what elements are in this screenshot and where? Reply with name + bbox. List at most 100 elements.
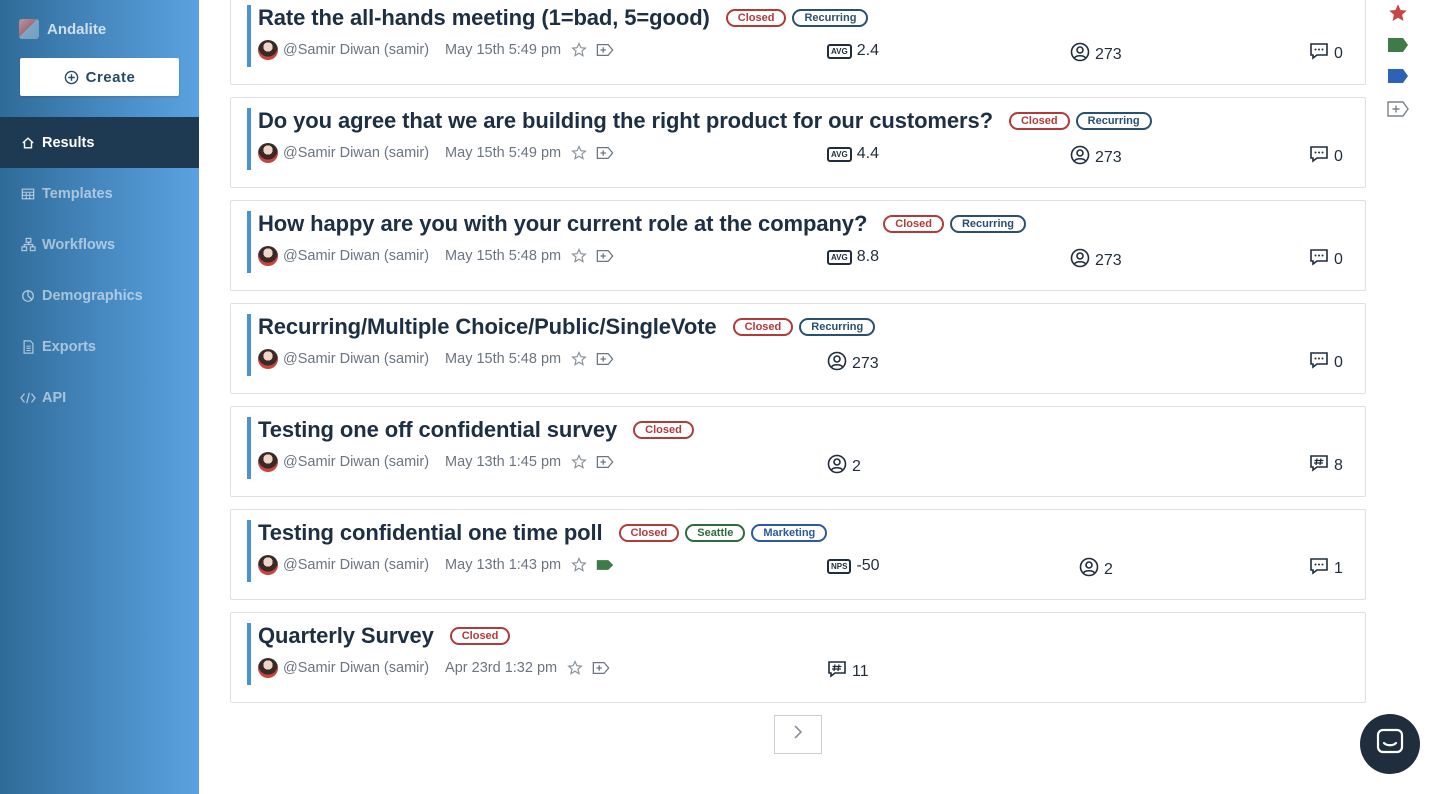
comment-icon	[1309, 42, 1329, 65]
sidebar-item-api[interactable]: API	[0, 372, 199, 423]
author[interactable]: @Samir Diwan (samir)	[283, 660, 429, 676]
status-badge: Closed	[1008, 112, 1070, 130]
sidebar-item-label: API	[42, 389, 67, 406]
star-icon[interactable]	[570, 144, 588, 162]
card-meta-row: @Samir Diwan (samir) May 15th 5:48 pm	[258, 349, 622, 369]
star-icon[interactable]	[570, 453, 588, 471]
date: May 15th 5:48 pm	[445, 248, 562, 264]
comment-count: 0	[1334, 147, 1343, 165]
card-accent-bar	[247, 211, 251, 273]
average-stat: AVG 2.4	[827, 42, 879, 60]
avatar	[258, 349, 278, 369]
sidebar-item-results[interactable]: Results	[0, 117, 199, 168]
code-icon	[20, 390, 36, 406]
survey-title[interactable]: Testing confidential one time poll	[258, 520, 603, 546]
author[interactable]: @Samir Diwan (samir)	[283, 557, 429, 573]
responses-stat: 8	[1309, 454, 1343, 477]
card-accent-bar	[247, 108, 251, 170]
author[interactable]: @Samir Diwan (samir)	[283, 248, 429, 264]
survey-card[interactable]: How happy are you with your current role…	[230, 200, 1366, 291]
survey-title[interactable]: Do you agree that we are building the ri…	[258, 108, 993, 134]
star-filter-icon[interactable]	[1386, 1, 1410, 25]
comments-stat: 0	[1309, 42, 1343, 65]
add-tag-icon[interactable]	[596, 144, 614, 162]
survey-card[interactable]: Testing confidential one time poll Close…	[230, 509, 1366, 600]
status-badge: Closed	[725, 9, 787, 27]
green-tag-icon[interactable]	[1386, 33, 1410, 57]
star-icon[interactable]	[570, 247, 588, 265]
star-icon[interactable]	[570, 41, 588, 59]
respondent-count: 273	[1095, 45, 1122, 63]
card-accent-bar	[247, 623, 251, 685]
survey-title[interactable]: How happy are you with your current role…	[258, 211, 867, 237]
metric-type-badge: AVG	[827, 249, 852, 265]
date: May 15th 5:49 pm	[445, 145, 562, 161]
survey-card[interactable]: Quarterly Survey Closed @Samir Diwan (sa…	[230, 612, 1366, 703]
date: May 15th 5:49 pm	[445, 42, 562, 58]
add-tag-icon[interactable]	[596, 453, 614, 471]
survey-title[interactable]: Quarterly Survey	[258, 623, 434, 649]
comment-icon	[1309, 248, 1329, 271]
add-tag-icon[interactable]	[596, 41, 614, 59]
survey-title[interactable]: Testing one off confidential survey	[258, 417, 617, 443]
add-tag-icon[interactable]	[592, 659, 610, 677]
survey-card[interactable]: Recurring/Multiple Choice/Public/SingleV…	[230, 303, 1366, 394]
star-icon[interactable]	[566, 659, 584, 677]
avatar	[258, 143, 278, 163]
table-icon	[20, 186, 36, 202]
sidebar-item-workflows[interactable]: Workflows	[0, 219, 199, 270]
sidebar-item-templates[interactable]: Templates	[0, 168, 199, 219]
response-count: 8	[1334, 456, 1343, 474]
comments-stat: 0	[1309, 248, 1343, 271]
add-tag-icon[interactable]	[596, 247, 614, 265]
add-tag-icon[interactable]	[596, 350, 614, 368]
comments-stat: 0	[1309, 145, 1343, 168]
card-meta-row: @Samir Diwan (samir) May 15th 5:48 pm	[258, 246, 622, 266]
status-badge: Closed	[449, 627, 511, 645]
metric-value: -50	[856, 557, 880, 574]
respondent-count: 273	[852, 354, 879, 372]
author[interactable]: @Samir Diwan (samir)	[283, 351, 429, 367]
chat-icon	[1375, 727, 1405, 762]
survey-card[interactable]: Do you agree that we are building the ri…	[230, 97, 1366, 188]
status-badge: Closed	[618, 524, 680, 542]
star-icon[interactable]	[570, 350, 588, 368]
brand[interactable]: Andalite	[19, 18, 106, 40]
status-badge: Closed	[732, 318, 794, 336]
create-button[interactable]: Create	[20, 58, 179, 96]
metric-value: 2.4	[856, 42, 879, 59]
star-icon[interactable]	[570, 556, 588, 574]
author[interactable]: @Samir Diwan (samir)	[283, 454, 429, 470]
add-tag-filter-icon[interactable]	[1386, 97, 1410, 121]
tag-badge: Marketing	[751, 524, 828, 542]
user-circle-icon	[1070, 145, 1090, 170]
sidebar-item-demographics[interactable]: Demographics	[0, 270, 199, 321]
avatar	[258, 452, 278, 472]
comment-icon	[1309, 557, 1329, 580]
avatar	[258, 658, 278, 678]
sidebar-item-exports[interactable]: Exports	[0, 321, 199, 372]
comment-icon	[1309, 351, 1329, 374]
nps-stat: NPS -50	[827, 557, 880, 575]
sidebar-nav: Results Templates Workflows Demographics…	[0, 117, 199, 423]
blue-tag-icon[interactable]	[1386, 64, 1410, 88]
chat-launcher-button[interactable]	[1360, 714, 1420, 774]
tag-icon[interactable]	[596, 556, 614, 574]
author[interactable]: @Samir Diwan (samir)	[283, 42, 429, 58]
sidebar-item-label: Workflows	[42, 236, 116, 253]
document-icon	[20, 339, 36, 355]
response-count: 11	[852, 662, 869, 680]
card-meta-row: @Samir Diwan (samir) Apr 23rd 1:32 pm	[258, 658, 618, 678]
next-page-button[interactable]	[774, 715, 822, 754]
date: May 13th 1:43 pm	[445, 557, 562, 573]
survey-card[interactable]: Rate the all-hands meeting (1=bad, 5=goo…	[230, 0, 1366, 85]
author[interactable]: @Samir Diwan (samir)	[283, 145, 429, 161]
metric-type-badge: AVG	[827, 146, 852, 162]
survey-title[interactable]: Recurring/Multiple Choice/Public/SingleV…	[258, 314, 717, 340]
respondents-stat: 2	[827, 454, 861, 479]
recurring-badge: Recurring	[799, 318, 876, 336]
tag-badge: Seattle	[685, 524, 746, 542]
card-title-row: Testing one off confidential survey Clos…	[258, 417, 694, 443]
survey-card[interactable]: Testing one off confidential survey Clos…	[230, 406, 1366, 497]
survey-title[interactable]: Rate the all-hands meeting (1=bad, 5=goo…	[258, 5, 710, 31]
